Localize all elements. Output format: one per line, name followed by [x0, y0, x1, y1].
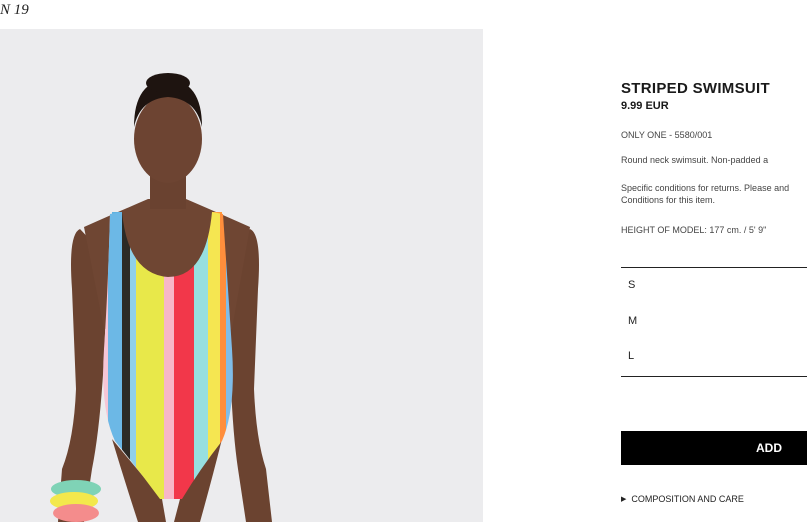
size-option-s[interactable]: S [628, 276, 798, 294]
returns-note: Specific conditions for returns. Please … [621, 183, 790, 205]
add-button-label: ADD [756, 441, 782, 455]
product-price: 9.99 EUR [621, 100, 669, 112]
season-tag: N 19 [0, 2, 29, 18]
model-photo-image [0, 29, 483, 522]
model-height: HEIGHT OF MODEL: 177 cm. / 5' 9" [621, 225, 767, 235]
add-to-cart-button[interactable]: ADD [621, 431, 807, 465]
size-selector: S M L [621, 267, 807, 377]
product-reference: ONLY ONE - 5580/001 [621, 130, 713, 140]
size-option-m[interactable]: M [628, 312, 798, 330]
composition-and-care-toggle[interactable]: ▶ COMPOSITION AND CARE [621, 494, 744, 504]
product-details-panel: STRIPED SWIMSUIT 9.99 EUR ONLY ONE - 558… [621, 0, 807, 522]
composition-label: COMPOSITION AND CARE [631, 494, 744, 504]
product-photo [0, 29, 483, 522]
caret-right-icon: ▶ [621, 496, 627, 503]
product-description: Round neck swimsuit. Non-padded a [621, 155, 769, 165]
product-page: N 19 STRIPED SWIMSUIT 9.99 EUR ONLY ONE … [0, 0, 807, 522]
size-option-l[interactable]: L [628, 347, 798, 365]
product-title: STRIPED SWIMSUIT [621, 80, 770, 97]
